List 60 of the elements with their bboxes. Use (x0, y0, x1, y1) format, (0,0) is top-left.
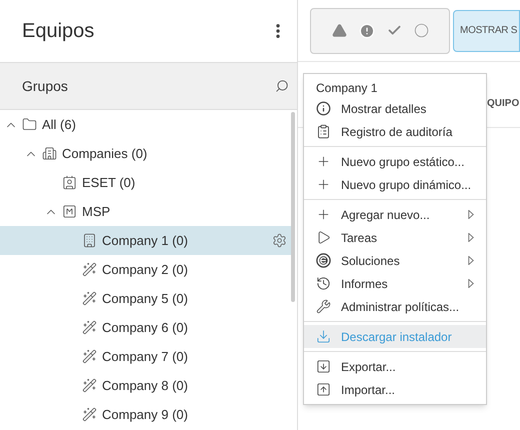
menu-item[interactable]: Nuevo grupo dinámico... (304, 173, 486, 196)
tree-item[interactable]: MSP (0, 197, 291, 226)
tree-item[interactable]: ESET (0) (0, 168, 291, 197)
tree-item[interactable]: Company 2 (0) (0, 255, 291, 284)
buildings-icon (42, 146, 57, 161)
letter-square-icon (62, 204, 77, 219)
wand-icon (82, 320, 97, 335)
submenu-arrow-icon (468, 233, 474, 242)
tree-item[interactable]: Company 6 (0) (0, 313, 291, 342)
tree-item[interactable]: Companies (0) (0, 139, 291, 168)
menu-item[interactable]: Registro de auditoría (304, 120, 486, 143)
menu-item[interactable]: Administrar políticas... (304, 295, 486, 318)
tree-item[interactable]: Company 9 (0) (0, 400, 291, 429)
clipboard-icon (316, 124, 331, 139)
import-icon (316, 382, 331, 397)
panel-title: Equipos (22, 19, 94, 44)
show-button[interactable]: MOSTRAR S (453, 10, 520, 52)
warning-icon[interactable] (332, 23, 346, 38)
tree-item[interactable]: Company 7 (0) (0, 342, 291, 371)
alert-circle-icon[interactable] (358, 22, 374, 38)
submenu-arrow-icon (468, 256, 474, 265)
menu-item[interactable]: Soluciones (304, 249, 486, 272)
wand-icon (82, 407, 97, 422)
menu-item[interactable]: Tareas (304, 226, 486, 249)
menu-item[interactable]: Informes (304, 272, 486, 295)
plus-icon (316, 207, 331, 222)
wand-icon (82, 349, 97, 364)
building-icon (82, 233, 97, 248)
export-icon (316, 359, 331, 374)
folder-icon (22, 117, 37, 132)
search-icon[interactable] (275, 79, 289, 93)
settings-icon[interactable] (272, 233, 287, 248)
menu-title: Company 1 (315, 80, 378, 97)
menu-item[interactable]: Agregar nuevo... (304, 203, 486, 226)
tree-item[interactable]: Company 1 (0) (0, 226, 291, 255)
menu-item[interactable]: Exportar... (304, 355, 486, 378)
circle-badge-icon (316, 253, 331, 268)
wand-icon (82, 291, 97, 306)
menu-item[interactable]: Importar... (304, 378, 486, 401)
wand-icon (82, 378, 97, 393)
scrollbar-thumb[interactable] (291, 112, 295, 302)
contact-card-icon (62, 175, 77, 190)
column-header: QUIPO (487, 97, 520, 111)
menu-item[interactable]: Mostrar detalles (304, 97, 486, 120)
clock-icon (316, 276, 331, 291)
info-icon (316, 101, 331, 116)
download-icon (316, 329, 331, 344)
submenu-arrow-icon (468, 279, 474, 288)
submenu-arrow-icon (468, 210, 474, 219)
plus-icon (316, 154, 331, 169)
tree-item[interactable]: All (6) (0, 110, 291, 139)
wrench-icon (316, 299, 331, 314)
circle-icon[interactable] (414, 23, 428, 38)
groups-label: Grupos (22, 76, 68, 96)
tree-item[interactable]: Company 5 (0) (0, 284, 291, 313)
menu-item[interactable]: Nuevo grupo estático... (304, 150, 486, 173)
tree-item[interactable]: Company 8 (0) (0, 371, 291, 400)
plus-icon (316, 177, 331, 192)
play-icon (316, 230, 331, 245)
wand-icon (82, 262, 97, 277)
